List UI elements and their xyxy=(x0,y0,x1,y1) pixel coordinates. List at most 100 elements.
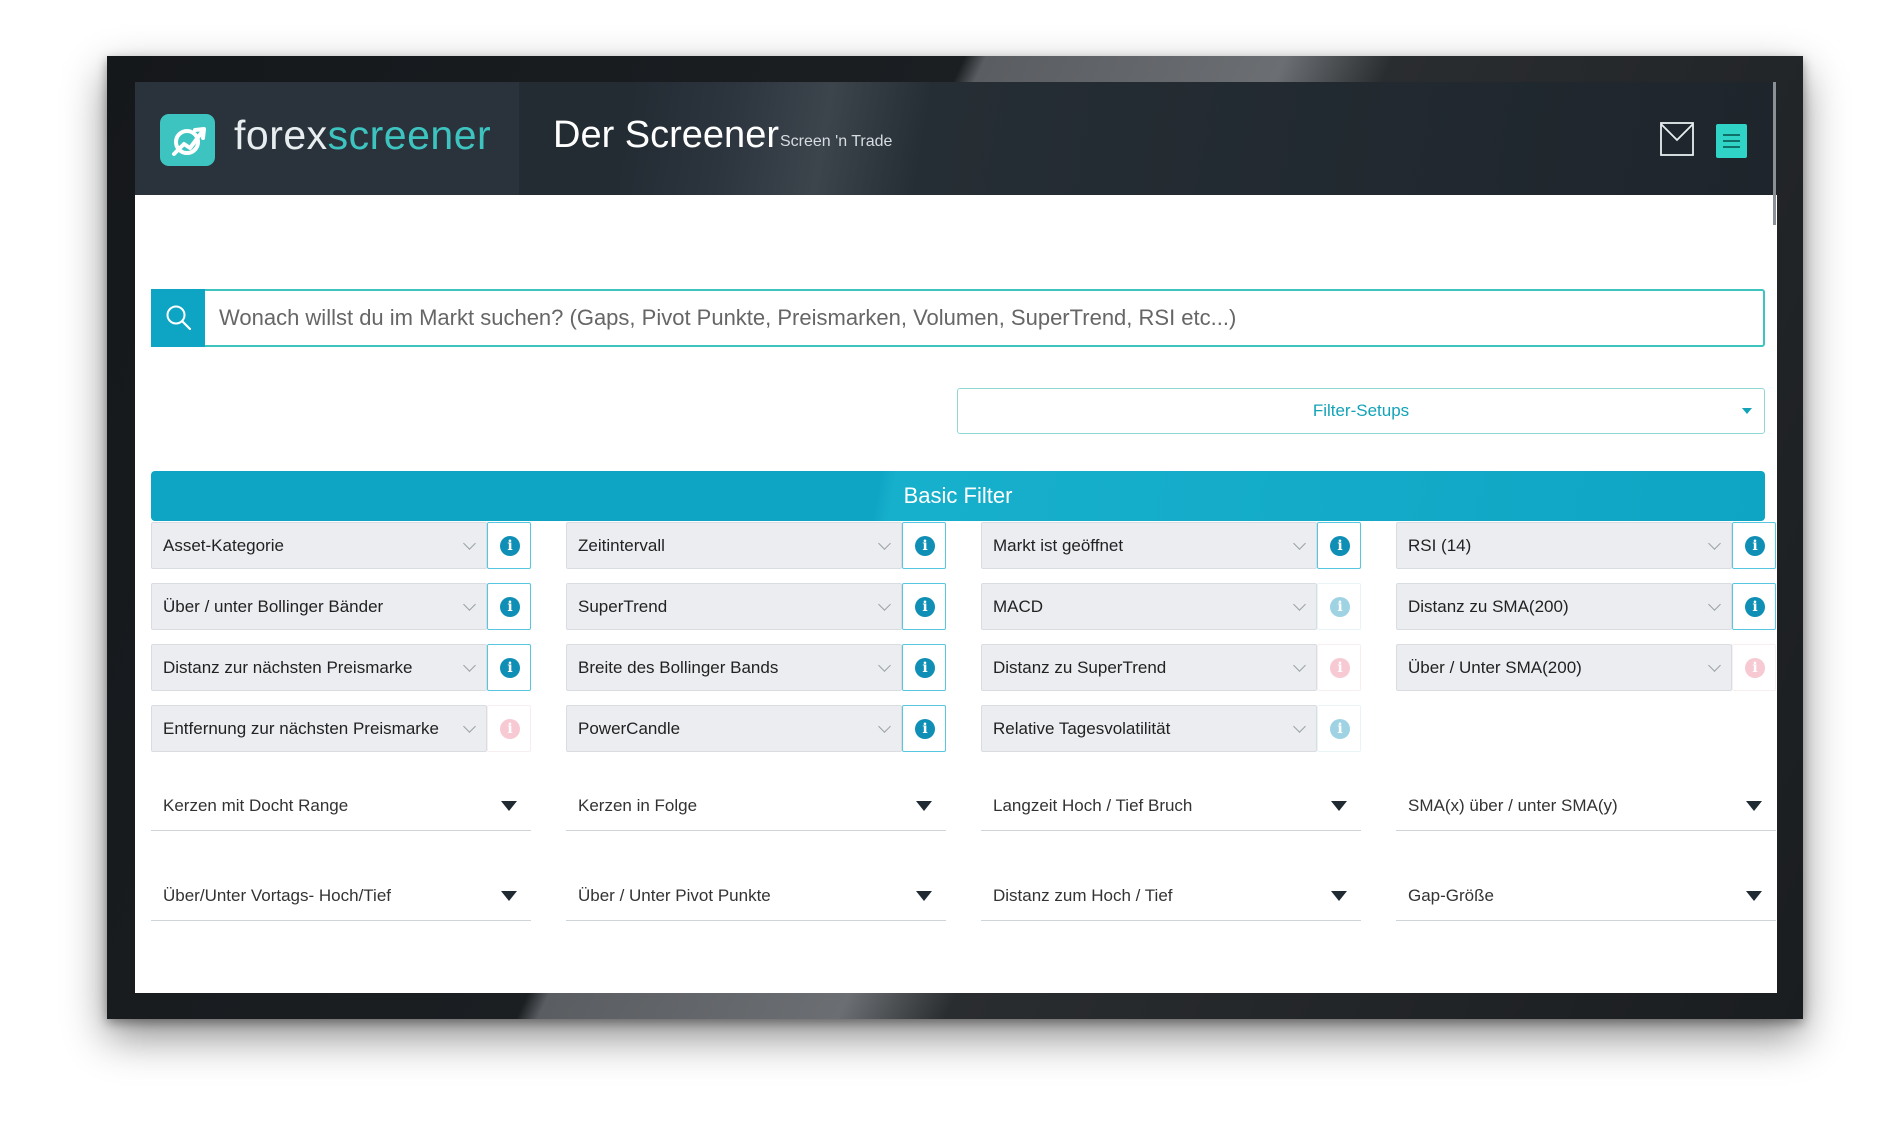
brand-area[interactable]: forexscreener xyxy=(135,82,519,195)
filter-item: Distanz zur nächsten Preismarke i xyxy=(151,644,531,691)
info-button[interactable]: i xyxy=(1732,522,1776,569)
search-input[interactable] xyxy=(219,303,1739,333)
info-button[interactable]: i xyxy=(1317,644,1361,691)
filter-dropdown-label: Kerzen in Folge xyxy=(578,796,698,815)
info-button[interactable]: i xyxy=(902,705,946,752)
info-icon: i xyxy=(1330,658,1350,678)
filter-dropdown[interactable]: Kerzen mit Docht Range xyxy=(151,782,531,831)
info-icon: i xyxy=(1330,597,1350,617)
filter-dropdown[interactable]: Distanz zum Hoch / Tief xyxy=(981,872,1361,921)
filter-item: Breite des Bollinger Bands i xyxy=(566,644,946,691)
filter-select[interactable]: Distanz zu SMA(200) xyxy=(1396,583,1732,630)
filter-select[interactable]: Asset-Kategorie xyxy=(151,522,487,569)
info-button[interactable]: i xyxy=(902,583,946,630)
info-button[interactable]: i xyxy=(1732,583,1776,630)
filter-select[interactable]: RSI (14) xyxy=(1396,522,1732,569)
chevron-down-icon xyxy=(463,537,476,550)
filter-select-label: Relative Tagesvolatilität xyxy=(993,719,1171,738)
filter-select-label: RSI (14) xyxy=(1408,536,1472,555)
chevron-down-icon xyxy=(878,659,891,672)
filter-dropdown[interactable]: SMA(x) über / unter SMA(y) xyxy=(1396,782,1776,831)
filter-select-label: Zeitintervall xyxy=(578,536,665,555)
filter-select-label: PowerCandle xyxy=(578,719,681,738)
basic-filter-header[interactable]: Basic Filter xyxy=(151,471,1765,521)
search-bar xyxy=(151,289,1765,347)
filter-select[interactable]: Breite des Bollinger Bands xyxy=(566,644,902,691)
filter-dropdown[interactable]: Kerzen in Folge xyxy=(566,782,946,831)
filter-select[interactable]: MACD xyxy=(981,583,1317,630)
filter-select-label: Entfernung zur nächsten Preismarke xyxy=(163,719,439,738)
filter-select[interactable]: SuperTrend xyxy=(566,583,902,630)
info-button[interactable]: i xyxy=(1732,644,1776,691)
filter-item: Zeitintervall i xyxy=(566,522,946,569)
chevron-down-icon xyxy=(1293,537,1306,550)
filter-dropdown-label: SMA(x) über / unter SMA(y) xyxy=(1408,796,1618,815)
filter-dropdown[interactable]: Über/Unter Vortags- Hoch/Tief xyxy=(151,872,531,921)
filter-select-label: Über / Unter SMA(200) xyxy=(1408,658,1582,677)
chevron-down-icon xyxy=(1293,659,1306,672)
filter-select-label: SuperTrend xyxy=(578,597,668,616)
info-button[interactable]: i xyxy=(487,522,531,569)
chevron-down-icon xyxy=(1708,537,1721,550)
caret-down-icon xyxy=(501,801,517,811)
filter-dropdown[interactable]: Über / Unter Pivot Punkte xyxy=(566,872,946,921)
filter-select-label: Distanz zu SuperTrend xyxy=(993,658,1167,677)
filter-select[interactable]: Über / unter Bollinger Bänder xyxy=(151,583,487,630)
info-button[interactable]: i xyxy=(1317,583,1361,630)
info-icon: i xyxy=(1330,536,1350,556)
search-button[interactable] xyxy=(151,289,205,347)
info-button[interactable]: i xyxy=(902,644,946,691)
filter-select[interactable]: Distanz zur nächsten Preismarke xyxy=(151,644,487,691)
chevron-down-icon xyxy=(463,720,476,733)
filter-dropdown[interactable]: Langzeit Hoch / Tief Bruch xyxy=(981,782,1361,831)
filter-select-label: Markt ist geöffnet xyxy=(993,536,1124,555)
filter-select[interactable]: Über / Unter SMA(200) xyxy=(1396,644,1732,691)
filter-item: Distanz zu SuperTrend i xyxy=(981,644,1361,691)
chevron-down-icon xyxy=(1708,659,1721,672)
filter-dropdown-label: Über/Unter Vortags- Hoch/Tief xyxy=(163,886,392,905)
filter-select-label: Distanz zur nächsten Preismarke xyxy=(163,658,413,677)
filter-select-label: MACD xyxy=(993,597,1044,616)
chevron-down-icon xyxy=(878,598,891,611)
chevron-down-icon xyxy=(1293,598,1306,611)
filter-select[interactable]: Entfernung zur nächsten Preismarke xyxy=(151,705,487,752)
info-icon: i xyxy=(915,536,935,556)
filter-item: Über / Unter SMA(200) i xyxy=(1396,644,1776,691)
info-icon: i xyxy=(500,658,520,678)
mail-icon[interactable] xyxy=(1660,120,1694,158)
filter-setups-dropdown[interactable]: Filter-Setups xyxy=(957,388,1765,434)
filter-select[interactable]: PowerCandle xyxy=(566,705,902,752)
info-button[interactable]: i xyxy=(487,705,531,752)
app-screen: forexscreener Der Screener Screen 'n Tra… xyxy=(135,82,1777,993)
caret-down-icon xyxy=(1746,801,1762,811)
filter-select[interactable]: Zeitintervall xyxy=(566,522,902,569)
filter-dropdown-label: Distanz zum Hoch / Tief xyxy=(993,886,1173,905)
brand-name: forexscreener xyxy=(234,112,491,159)
filter-item: Markt ist geöffnet i xyxy=(981,522,1361,569)
filter-dropdown[interactable]: Gap-Größe xyxy=(1396,872,1776,921)
hamburger-menu-icon[interactable] xyxy=(1716,124,1747,158)
page-subtitle: Screen 'n Trade xyxy=(780,133,893,150)
info-icon: i xyxy=(500,536,520,556)
info-icon: i xyxy=(915,597,935,617)
filter-select[interactable]: Markt ist geöffnet xyxy=(981,522,1317,569)
filter-item: Entfernung zur nächsten Preismarke i xyxy=(151,705,531,752)
info-icon: i xyxy=(1745,597,1765,617)
filter-select-label: Breite des Bollinger Bands xyxy=(578,658,779,677)
filter-item: SuperTrend i xyxy=(566,583,946,630)
filter-dropdown-label: Über / Unter Pivot Punkte xyxy=(578,886,771,905)
chevron-down-icon xyxy=(463,659,476,672)
filter-select[interactable]: Distanz zu SuperTrend xyxy=(981,644,1317,691)
scrollbar-thumb[interactable] xyxy=(1773,82,1776,225)
info-button[interactable]: i xyxy=(902,522,946,569)
filter-select-label: Über / unter Bollinger Bänder xyxy=(163,597,384,616)
caret-down-icon xyxy=(1742,408,1752,414)
info-button[interactable]: i xyxy=(487,583,531,630)
info-button[interactable]: i xyxy=(1317,522,1361,569)
filter-item: MACD i xyxy=(981,583,1361,630)
filter-dropdown-label: Langzeit Hoch / Tief Bruch xyxy=(993,796,1193,815)
caret-down-icon xyxy=(1746,891,1762,901)
info-button[interactable]: i xyxy=(1317,705,1361,752)
info-button[interactable]: i xyxy=(487,644,531,691)
filter-select[interactable]: Relative Tagesvolatilität xyxy=(981,705,1317,752)
